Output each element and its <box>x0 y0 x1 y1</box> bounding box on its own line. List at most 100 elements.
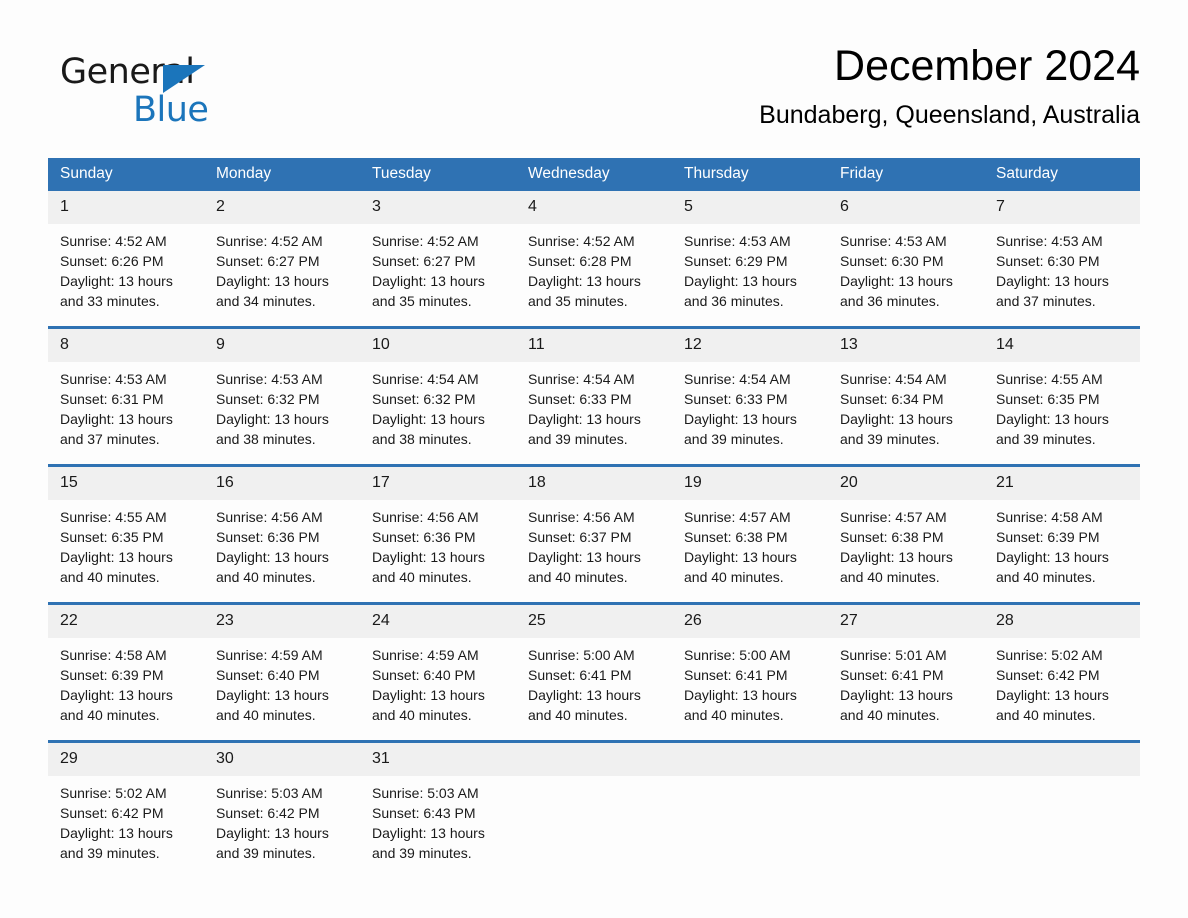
daylight-text-line1: Daylight: 13 hours <box>216 825 329 841</box>
calendar-day-cell[interactable]: 10 Sunrise: 4:54 AM Sunset: 6:32 PM Dayligh… <box>360 326 516 466</box>
daylight-text-line1: Daylight: 13 hours <box>528 411 641 427</box>
day-number: 17 <box>360 467 516 500</box>
calendar-day-cell[interactable]: 29 Sunrise: 5:02 AM Sunset: 6:42 PM Dayligh… <box>48 740 204 878</box>
calendar-day-cell[interactable]: 20 Sunrise: 4:57 AM Sunset: 6:38 PM Dayligh… <box>828 464 984 604</box>
day-number: 30 <box>204 743 360 776</box>
daylight-text-line2: and 40 minutes. <box>840 569 940 585</box>
calendar-day-cell[interactable]: 1 Sunrise: 4:52 AM Sunset: 6:26 PM Daylight… <box>48 191 204 328</box>
daylight-text-line1: Daylight: 13 hours <box>684 687 797 703</box>
weekday-header-tuesday: Tuesday <box>360 158 516 191</box>
sunrise-text: Sunrise: 4:54 AM <box>840 371 947 387</box>
daylight-text-line2: and 40 minutes. <box>684 569 784 585</box>
daylight-text-line2: and 38 minutes. <box>372 431 472 447</box>
daylight-text-line2: and 36 minutes. <box>684 293 784 309</box>
calendar-day-cell[interactable]: 17 Sunrise: 4:56 AM Sunset: 6:36 PM Dayligh… <box>360 464 516 604</box>
calendar-day-cell[interactable]: 15 Sunrise: 4:55 AM Sunset: 6:35 PM Dayligh… <box>48 464 204 604</box>
general-blue-logo[interactable]: General Blue <box>60 52 320 132</box>
calendar-day-cell[interactable]: 25 Sunrise: 5:00 AM Sunset: 6:41 PM Dayligh… <box>516 602 672 742</box>
calendar-table: Sunday Monday Tuesday Wednesday Thursday… <box>48 158 1140 878</box>
daylight-text-line2: and 39 minutes. <box>372 845 472 861</box>
calendar-day-cell[interactable]: 6 Sunrise: 4:53 AM Sunset: 6:30 PM Daylight… <box>828 191 984 328</box>
daylight-text-line1: Daylight: 13 hours <box>528 687 641 703</box>
day-number: 15 <box>48 467 204 500</box>
calendar-day-cell[interactable]: 11 Sunrise: 4:54 AM Sunset: 6:33 PM Dayligh… <box>516 326 672 466</box>
day-details: Sunrise: 4:54 AM Sunset: 6:33 PM Daylight:… <box>672 362 828 449</box>
day-details: Sunrise: 4:52 AM Sunset: 6:28 PM Daylight:… <box>516 224 672 311</box>
calendar-day-cell[interactable]: 23 Sunrise: 4:59 AM Sunset: 6:40 PM Dayligh… <box>204 602 360 742</box>
calendar-day-cell[interactable]: 12 Sunrise: 4:54 AM Sunset: 6:33 PM Dayligh… <box>672 326 828 466</box>
daylight-text-line2: and 40 minutes. <box>60 569 160 585</box>
page-header: General Blue December 2024 Bundaberg, Qu… <box>48 40 1140 150</box>
day-details: Sunrise: 4:54 AM Sunset: 6:32 PM Daylight:… <box>360 362 516 449</box>
logo-triangle-icon <box>163 65 205 93</box>
calendar-day-cell[interactable]: 26 Sunrise: 5:00 AM Sunset: 6:41 PM Dayligh… <box>672 602 828 742</box>
sunset-text: Sunset: 6:40 PM <box>372 667 476 683</box>
day-details: Sunrise: 4:52 AM Sunset: 6:27 PM Daylight:… <box>360 224 516 311</box>
calendar-week-row: 15 Sunrise: 4:55 AM Sunset: 6:35 PM Dayligh… <box>48 464 1140 604</box>
day-number: 25 <box>516 605 672 638</box>
daylight-text-line1: Daylight: 13 hours <box>840 273 953 289</box>
calendar-day-cell[interactable]: 2 Sunrise: 4:52 AM Sunset: 6:27 PM Daylight… <box>204 191 360 328</box>
day-details: Sunrise: 4:58 AM Sunset: 6:39 PM Daylight:… <box>984 500 1140 587</box>
sunrise-text: Sunrise: 5:02 AM <box>60 785 167 801</box>
calendar-day-cell[interactable]: 4 Sunrise: 4:52 AM Sunset: 6:28 PM Daylight… <box>516 191 672 328</box>
sunset-text: Sunset: 6:32 PM <box>216 391 320 407</box>
sunrise-text: Sunrise: 4:52 AM <box>216 233 323 249</box>
day-number: 18 <box>516 467 672 500</box>
calendar-day-cell[interactable]: 30 Sunrise: 5:03 AM Sunset: 6:42 PM Dayligh… <box>204 740 360 878</box>
calendar-day-cell[interactable]: 14 Sunrise: 4:55 AM Sunset: 6:35 PM Dayligh… <box>984 326 1140 466</box>
daylight-text-line2: and 39 minutes. <box>684 431 784 447</box>
sunrise-text: Sunrise: 5:02 AM <box>996 647 1103 663</box>
weekday-header-saturday: Saturday <box>984 158 1140 191</box>
daylight-text-line1: Daylight: 13 hours <box>996 687 1109 703</box>
weekday-header-thursday: Thursday <box>672 158 828 191</box>
daylight-text-line1: Daylight: 13 hours <box>60 825 173 841</box>
day-number: 28 <box>984 605 1140 638</box>
sunrise-text: Sunrise: 4:54 AM <box>372 371 479 387</box>
calendar-day-cell[interactable]: 27 Sunrise: 5:01 AM Sunset: 6:41 PM Dayligh… <box>828 602 984 742</box>
calendar-day-cell[interactable]: 3 Sunrise: 4:52 AM Sunset: 6:27 PM Daylight… <box>360 191 516 328</box>
calendar-day-cell[interactable]: 18 Sunrise: 4:56 AM Sunset: 6:37 PM Dayligh… <box>516 464 672 604</box>
sunrise-text: Sunrise: 4:55 AM <box>60 509 167 525</box>
sunrise-text: Sunrise: 4:57 AM <box>684 509 791 525</box>
sunrise-text: Sunrise: 4:58 AM <box>996 509 1103 525</box>
calendar-day-cell[interactable]: 31 Sunrise: 5:03 AM Sunset: 6:43 PM Dayligh… <box>360 740 516 878</box>
daylight-text-line2: and 37 minutes. <box>60 431 160 447</box>
day-details: Sunrise: 5:00 AM Sunset: 6:41 PM Daylight:… <box>516 638 672 725</box>
sunset-text: Sunset: 6:35 PM <box>996 391 1100 407</box>
day-details: Sunrise: 5:01 AM Sunset: 6:41 PM Daylight:… <box>828 638 984 725</box>
day-number: 21 <box>984 467 1140 500</box>
calendar-day-cell[interactable]: 21 Sunrise: 4:58 AM Sunset: 6:39 PM Dayligh… <box>984 464 1140 604</box>
sunrise-text: Sunrise: 5:00 AM <box>528 647 635 663</box>
sunset-text: Sunset: 6:41 PM <box>840 667 944 683</box>
calendar-day-cell[interactable]: 9 Sunrise: 4:53 AM Sunset: 6:32 PM Daylight… <box>204 326 360 466</box>
sunrise-text: Sunrise: 5:03 AM <box>216 785 323 801</box>
daylight-text-line2: and 39 minutes. <box>528 431 628 447</box>
sunrise-text: Sunrise: 4:56 AM <box>528 509 635 525</box>
calendar-day-cell[interactable]: 13 Sunrise: 4:54 AM Sunset: 6:34 PM Dayligh… <box>828 326 984 466</box>
calendar-day-cell[interactable]: 8 Sunrise: 4:53 AM Sunset: 6:31 PM Daylight… <box>48 326 204 466</box>
day-number: 2 <box>204 191 360 224</box>
calendar-day-cell[interactable]: 24 Sunrise: 4:59 AM Sunset: 6:40 PM Dayligh… <box>360 602 516 742</box>
calendar-day-cell[interactable]: 19 Sunrise: 4:57 AM Sunset: 6:38 PM Dayligh… <box>672 464 828 604</box>
calendar-day-cell[interactable]: 28 Sunrise: 5:02 AM Sunset: 6:42 PM Dayligh… <box>984 602 1140 742</box>
day-details: Sunrise: 4:54 AM Sunset: 6:33 PM Daylight:… <box>516 362 672 449</box>
day-number: 9 <box>204 329 360 362</box>
daylight-text-line1: Daylight: 13 hours <box>216 411 329 427</box>
day-details: Sunrise: 4:53 AM Sunset: 6:30 PM Daylight:… <box>828 224 984 311</box>
day-details: Sunrise: 4:53 AM Sunset: 6:29 PM Daylight:… <box>672 224 828 311</box>
calendar-day-cell[interactable]: 7 Sunrise: 4:53 AM Sunset: 6:30 PM Daylight… <box>984 191 1140 328</box>
calendar-day-cell[interactable]: 16 Sunrise: 4:56 AM Sunset: 6:36 PM Dayligh… <box>204 464 360 604</box>
day-number: 8 <box>48 329 204 362</box>
daylight-text-line2: and 40 minutes. <box>996 569 1096 585</box>
sunset-text: Sunset: 6:39 PM <box>996 529 1100 545</box>
day-number <box>984 743 1140 776</box>
sunset-text: Sunset: 6:43 PM <box>372 805 476 821</box>
sunrise-text: Sunrise: 4:53 AM <box>840 233 947 249</box>
sunset-text: Sunset: 6:42 PM <box>996 667 1100 683</box>
daylight-text-line2: and 40 minutes. <box>528 707 628 723</box>
calendar-day-cell[interactable]: 5 Sunrise: 4:53 AM Sunset: 6:29 PM Daylight… <box>672 191 828 328</box>
sunset-text: Sunset: 6:41 PM <box>528 667 632 683</box>
day-details: Sunrise: 4:57 AM Sunset: 6:38 PM Daylight:… <box>672 500 828 587</box>
calendar-day-cell[interactable]: 22 Sunrise: 4:58 AM Sunset: 6:39 PM Dayligh… <box>48 602 204 742</box>
